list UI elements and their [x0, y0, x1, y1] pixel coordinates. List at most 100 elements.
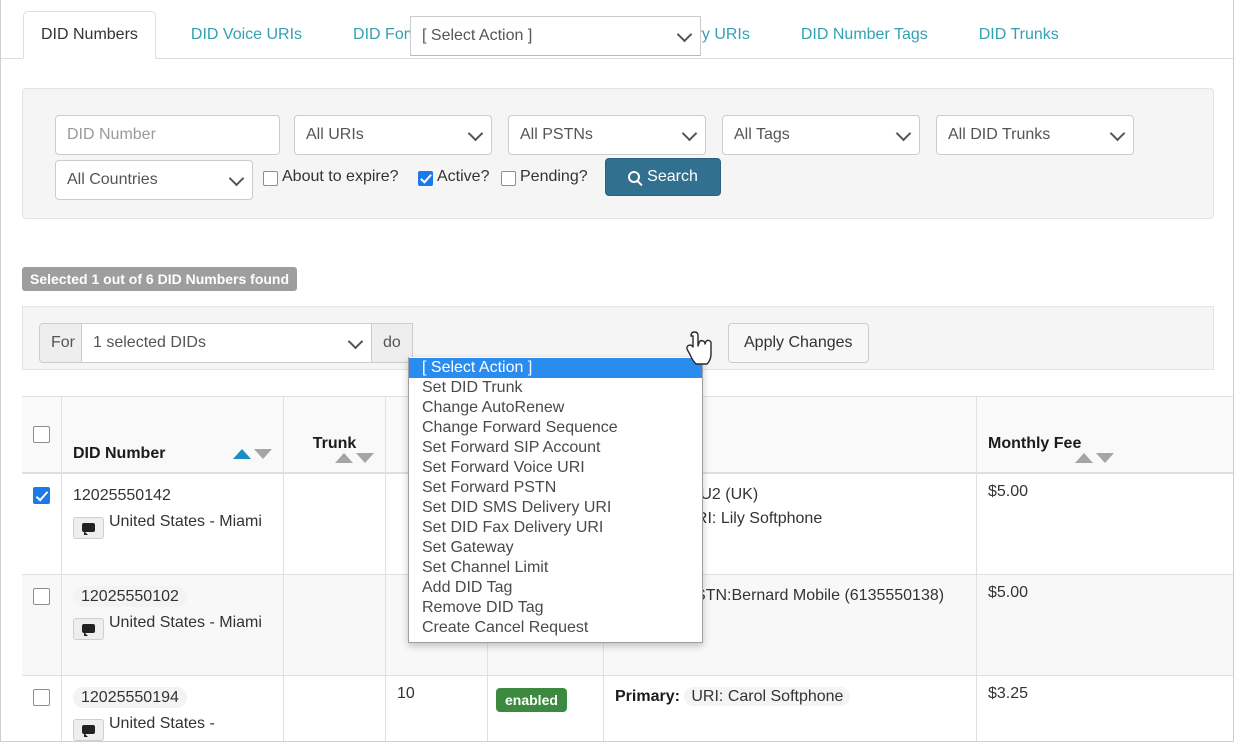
action-option-set-did-fax-delivery-uri[interactable]: Set DID Fax Delivery URI	[409, 518, 702, 538]
row-select-cell	[22, 676, 62, 741]
did-number-cell: 12025550142 United States - Miami	[62, 474, 284, 574]
active-checkbox[interactable]: Active?	[418, 168, 489, 186]
did-numbers-page: DID NumbersDID Voice URIsDID Forward PST…	[0, 0, 1234, 742]
chevron-down-icon	[1109, 125, 1126, 142]
action-option-add-did-tag[interactable]: Add DID Tag	[409, 578, 702, 598]
action-option-set-forward-sip-account[interactable]: Set Forward SIP Account	[409, 438, 702, 458]
all-pstns-value: All PSTNs	[520, 126, 593, 143]
forwarding-value[interactable]: URI: Carol Softphone	[684, 687, 851, 706]
all-pstns-select[interactable]: All PSTNs	[508, 115, 706, 155]
chevron-down-icon	[347, 333, 364, 350]
select-action-option-list[interactable]: [ Select Action ] Set DID Trunk Change Aut…	[408, 357, 703, 643]
sort-ascending-icon[interactable]	[335, 453, 353, 463]
forwarding-value[interactable]: PSTN:Bernard Mobile (6135550138)	[684, 587, 944, 604]
did-number-value[interactable]: 12025550102	[73, 586, 187, 607]
select-action-dropdown[interactable]: [ Select Action ]	[410, 16, 701, 56]
all-uris-value: All URIs	[306, 126, 364, 143]
autorenew-status-badge: enabled	[496, 688, 567, 712]
header-monthly-fee[interactable]: Monthly Fee	[977, 397, 1125, 472]
forwarding-line: Primary: URI: Carol Softphone	[615, 685, 965, 709]
chevron-down-icon	[467, 125, 484, 142]
pending-checkbox[interactable]: Pending?	[501, 168, 588, 186]
sms-message-icon[interactable]	[73, 617, 104, 640]
action-option-set-forward-voice-uri[interactable]: Set Forward Voice URI	[409, 458, 702, 478]
chevron-down-icon	[681, 125, 698, 142]
tab-did-trunks[interactable]: DID Trunks	[962, 11, 1076, 59]
table-row: 12025550194 United States - 10 enabled Prima…	[22, 676, 1233, 741]
action-option-set-did-sms-delivery-uri[interactable]: Set DID SMS Delivery URI	[409, 498, 702, 518]
search-button[interactable]: Search	[605, 158, 721, 196]
tab-did-numbers[interactable]: DID Numbers	[23, 11, 156, 59]
checkbox-box	[418, 170, 433, 186]
sort-arrows[interactable]	[335, 453, 374, 463]
row-select-checkbox[interactable]	[33, 588, 50, 605]
sort-descending-icon[interactable]	[254, 449, 272, 459]
header-did-number[interactable]: DID Number	[62, 397, 284, 472]
action-option-change-forward-sequence[interactable]: Change Forward Sequence	[409, 418, 702, 438]
did-location: United States -	[109, 715, 215, 732]
did-location: United States - Miami	[109, 513, 262, 530]
sort-descending-icon[interactable]	[356, 453, 374, 463]
action-option-remove-did-tag[interactable]: Remove DID Tag	[409, 598, 702, 618]
do-label: do	[372, 323, 413, 363]
selected-dids-select[interactable]: 1 selected DIDs	[81, 323, 372, 363]
autorenew-cell: enabled	[488, 676, 604, 741]
action-option-set-channel-limit[interactable]: Set Channel Limit	[409, 558, 702, 578]
speech-bubble-icon	[82, 624, 95, 636]
action-option-create-cancel-request[interactable]: Create Cancel Request	[409, 618, 702, 638]
all-uris-select[interactable]: All URIs	[294, 115, 492, 155]
did-location: United States - Miami	[109, 614, 262, 631]
sort-ascending-icon[interactable]	[1075, 453, 1093, 463]
trunk-cell	[284, 575, 386, 675]
selected-dids-value: 1 selected DIDs	[93, 334, 206, 351]
apply-changes-button[interactable]: Apply Changes	[728, 323, 869, 363]
all-did-trunks-select[interactable]: All DID Trunks	[936, 115, 1134, 155]
action-option-set-forward-pstn[interactable]: Set Forward PSTN	[409, 478, 702, 498]
checkbox-box	[501, 170, 516, 186]
row-select-checkbox[interactable]	[33, 689, 50, 706]
sort-arrows[interactable]	[233, 449, 272, 459]
all-tags-select[interactable]: All Tags	[722, 115, 920, 155]
sort-arrows[interactable]	[1075, 453, 1114, 463]
search-button-label: Search	[647, 168, 698, 185]
header-trunk[interactable]: Trunk	[284, 397, 386, 472]
chevron-down-icon	[676, 26, 693, 43]
sort-ascending-icon[interactable]	[233, 449, 251, 459]
sms-message-icon[interactable]	[73, 516, 104, 539]
action-option-select-action[interactable]: [ Select Action ]	[409, 358, 702, 378]
did-number-value[interactable]: 12025550194	[73, 687, 187, 708]
all-countries-select[interactable]: All Countries	[55, 160, 253, 200]
about-to-expire-checkbox[interactable]: About to expire?	[263, 168, 399, 186]
tab-did-number-tags[interactable]: DID Number Tags	[784, 11, 945, 59]
tab-did-voice-uris[interactable]: DID Voice URIs	[174, 11, 319, 59]
about-to-expire-label: About to expire?	[282, 168, 399, 185]
all-tags-value: All Tags	[734, 126, 790, 143]
select-action-value: [ Select Action ]	[422, 27, 533, 44]
checkbox-box	[263, 170, 278, 186]
action-option-change-autorenew[interactable]: Change AutoRenew	[409, 398, 702, 418]
did-number-placeholder: DID Number	[67, 126, 156, 143]
did-number-input[interactable]: DID Number	[55, 115, 280, 155]
channel-limit-cell: 10	[386, 676, 488, 741]
row-select-checkbox[interactable]	[33, 487, 50, 504]
select-all-checkbox[interactable]	[33, 426, 50, 443]
forwarding-value[interactable]: URI: Lily Softphone	[684, 510, 822, 527]
active-label: Active?	[437, 168, 490, 185]
action-option-set-did-trunk[interactable]: Set DID Trunk	[409, 378, 702, 398]
did-number-cell: 12025550194 United States -	[62, 676, 284, 741]
speech-bubble-icon	[82, 523, 95, 535]
monthly-fee-cell: $5.00	[988, 483, 1029, 500]
did-number-value[interactable]: 12025550142	[73, 487, 171, 504]
row-select-cell	[22, 474, 62, 574]
sort-descending-icon[interactable]	[1096, 453, 1114, 463]
search-icon	[628, 171, 641, 183]
speech-bubble-icon	[82, 725, 95, 737]
sms-message-icon[interactable]	[73, 718, 104, 741]
row-select-cell	[22, 575, 62, 675]
action-option-set-gateway[interactable]: Set Gateway	[409, 538, 702, 558]
pending-label: Pending?	[520, 168, 588, 185]
search-filter-panel: DID Number All URIs All PSTNs All Tags A…	[22, 88, 1214, 219]
all-countries-value: All Countries	[67, 171, 158, 188]
forwarding-cell: Primary: URI: Carol Softphone	[604, 676, 977, 741]
monthly-fee-cell: $5.00	[988, 584, 1029, 601]
